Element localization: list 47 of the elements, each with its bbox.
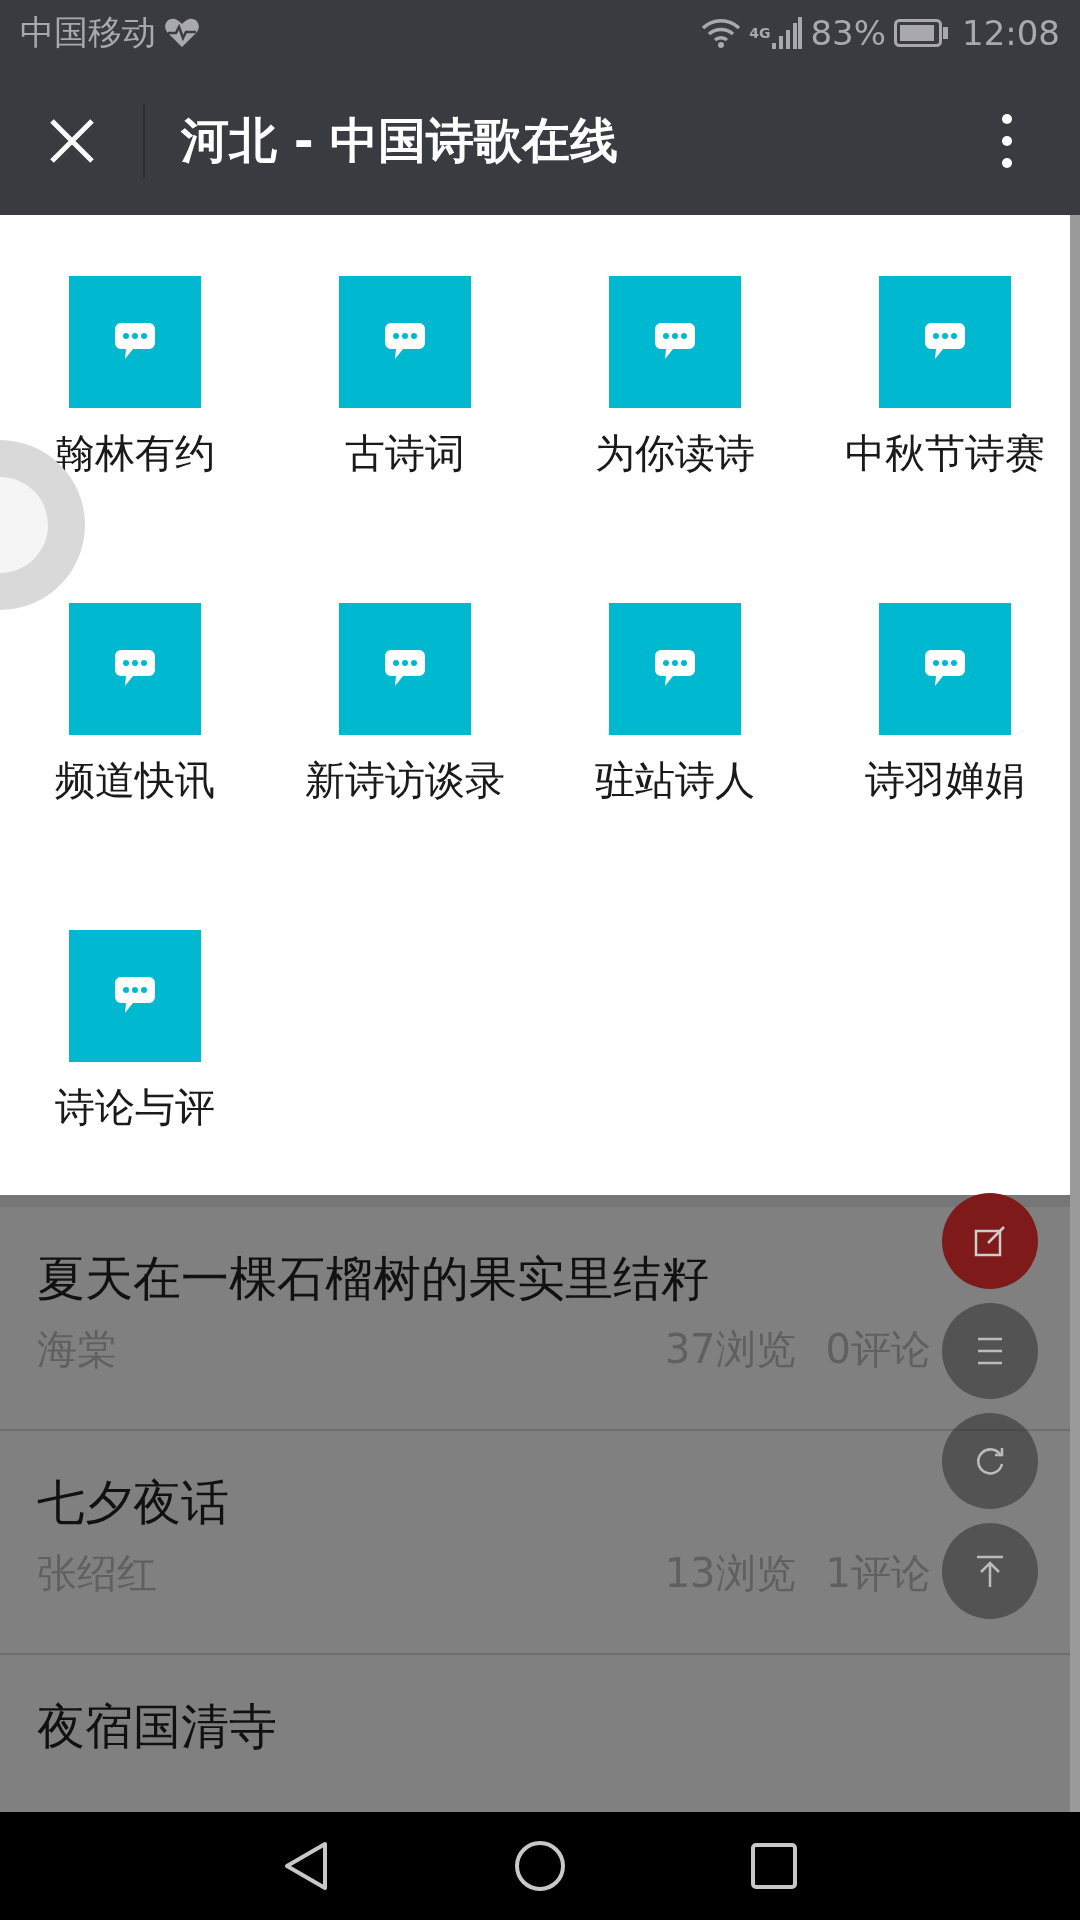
channel-tile[interactable]: [69, 603, 201, 735]
channel-label[interactable]: 诗羽婵娟: [865, 757, 1025, 803]
article-title[interactable]: 夏天在一棵石榴树的果实里结籽: [37, 1249, 1043, 1307]
channel-label[interactable]: 频道快讯: [55, 757, 215, 803]
channel-label[interactable]: 古诗词: [345, 430, 465, 476]
channel-tile[interactable]: [609, 276, 741, 408]
battery-percent: 83%: [810, 13, 886, 53]
page-title: 河北 - 中国诗歌在线: [181, 110, 620, 170]
channel-tile[interactable]: [879, 276, 1011, 408]
wifi-icon: [701, 17, 742, 49]
recents-icon[interactable]: [751, 1843, 797, 1889]
channel-tile[interactable]: [879, 603, 1011, 735]
clock-time: 12:08: [962, 13, 1060, 53]
more-icon: [1001, 112, 1013, 169]
channel-tile[interactable]: [69, 276, 201, 408]
chat-bubble-icon: [385, 323, 425, 361]
channel-tile[interactable]: [339, 276, 471, 408]
chat-bubble-icon: [925, 650, 965, 688]
close-button[interactable]: [49, 117, 95, 164]
channel-label[interactable]: 为你读诗: [595, 430, 755, 476]
channel-label[interactable]: 诗论与评: [55, 1084, 215, 1130]
article-title[interactable]: 七夕夜话: [37, 1473, 1043, 1531]
chat-bubble-icon: [385, 650, 425, 688]
battery-icon: [894, 19, 948, 47]
chat-bubble-icon: [115, 323, 155, 361]
channel-label[interactable]: 驻站诗人: [595, 757, 755, 803]
channel-tile[interactable]: [69, 930, 201, 1062]
edit-icon: [973, 1224, 1007, 1258]
channel-tile[interactable]: [609, 603, 741, 735]
article-title[interactable]: 夜宿国清寺: [37, 1697, 1043, 1755]
signal-icon: [772, 17, 803, 49]
chat-bubble-icon: [115, 650, 155, 688]
channel-label[interactable]: 中秋节诗赛: [845, 430, 1045, 476]
heart-pulse-icon: [164, 17, 200, 49]
chat-bubble-icon: [925, 323, 965, 361]
chat-bubble-icon: [655, 650, 695, 688]
back-icon[interactable]: [283, 1840, 329, 1892]
channel-label[interactable]: 新诗访谈录: [305, 757, 505, 803]
network-type: 4G: [749, 25, 771, 41]
more-button[interactable]: [1001, 112, 1013, 169]
carrier-name: 中国移动: [20, 11, 156, 54]
chat-bubble-icon: [115, 977, 155, 1015]
channel-label[interactable]: 翰林有约: [55, 430, 215, 476]
chat-bubble-icon: [655, 323, 695, 361]
close-icon: [49, 117, 95, 164]
home-icon[interactable]: [514, 1840, 566, 1892]
channel-tile[interactable]: [339, 603, 471, 735]
